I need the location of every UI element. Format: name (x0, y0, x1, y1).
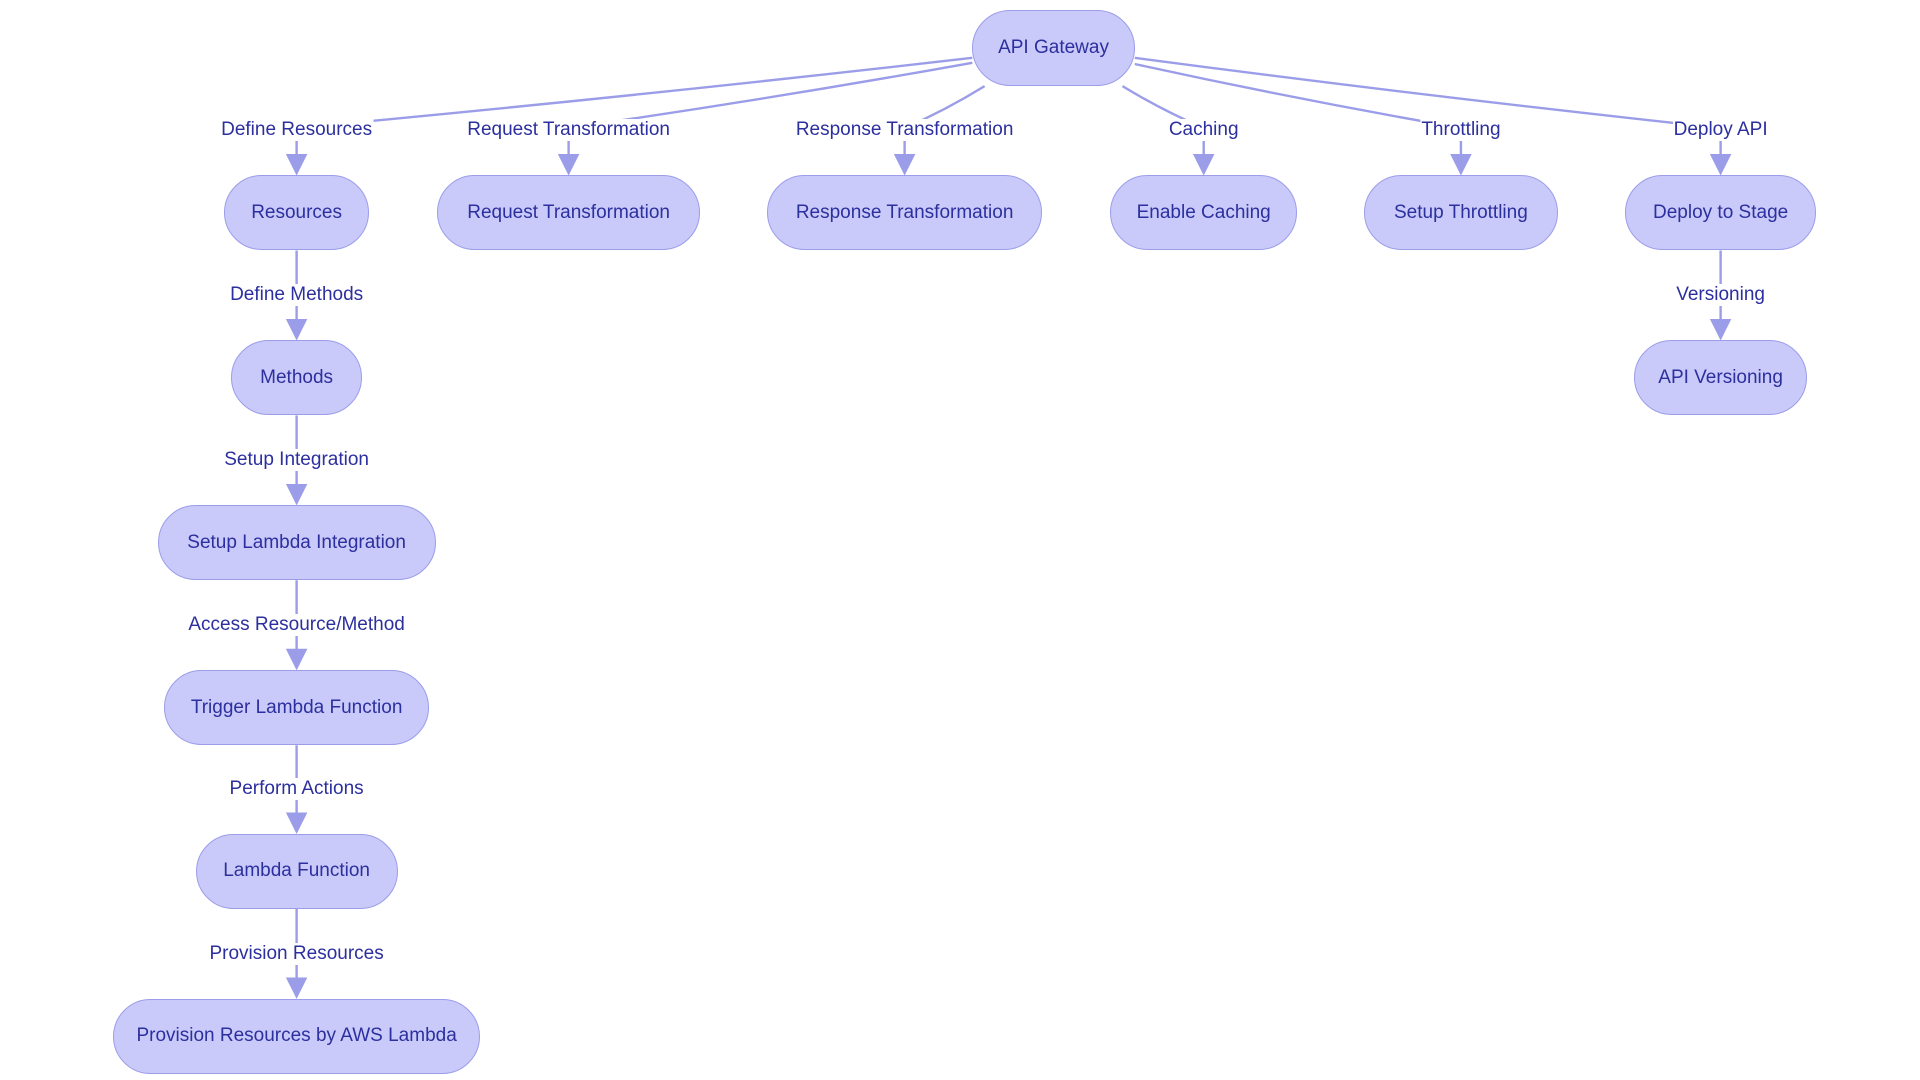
node-label: API Versioning (1658, 366, 1783, 388)
edge-label: Define Methods (229, 284, 365, 307)
edge-label: Caching (1167, 119, 1240, 142)
node-enable-caching[interactable]: Enable Caching (1110, 175, 1298, 251)
edge-label: Request Transformation (466, 119, 671, 142)
node-label: Enable Caching (1136, 201, 1271, 223)
edge-api-gateway-to-deploy-to-stage (1134, 56, 1732, 176)
node-label: Provision Resources by AWS Lambda (136, 1025, 457, 1047)
edge-api-gateway-to-resources (285, 56, 973, 176)
node-label: Request Transformation (467, 201, 670, 223)
node-label: Setup Throttling (1394, 201, 1528, 223)
edge-label: Response Transformation (794, 119, 1015, 142)
node-label: Trigger Lambda Function (190, 696, 403, 718)
edge-label: Setup Integration (223, 449, 370, 472)
node-api-gateway[interactable]: API Gateway (972, 10, 1135, 86)
node-setup-lambda-integration[interactable]: Setup Lambda Integration (157, 505, 436, 581)
node-label: Methods (260, 366, 334, 388)
node-methods[interactable]: Methods (231, 340, 362, 416)
edge-label: Deploy API (1672, 119, 1769, 142)
node-api-versioning[interactable]: API Versioning (1634, 340, 1807, 416)
edge-label: Perform Actions (228, 777, 365, 800)
edge-label: Throttling (1420, 119, 1502, 142)
node-setup-throttling[interactable]: Setup Throttling (1364, 175, 1558, 251)
node-trigger-lambda-function[interactable]: Trigger Lambda Function (164, 670, 429, 746)
node-deploy-to-stage[interactable]: Deploy to Stage (1625, 175, 1816, 251)
edge-label: Define Resources (220, 119, 374, 142)
node-resources[interactable]: Resources (224, 175, 370, 251)
node-request-transformation[interactable]: Request Transformation (436, 175, 701, 251)
edge-label: Access Resource/Method (187, 614, 406, 637)
node-label: Setup Lambda Integration (187, 531, 406, 553)
edge-label: Versioning (1675, 284, 1766, 307)
flowchart-canvas: Define Resources Request Transformation Re… (0, 0, 1920, 1080)
node-label: Lambda Function (223, 860, 371, 882)
node-label: API Gateway (998, 36, 1109, 58)
edge-label: Provision Resources (208, 942, 385, 965)
node-label: Response Transformation (795, 201, 1014, 223)
node-label: Resources (251, 201, 343, 223)
node-response-transformation[interactable]: Response Transformation (766, 175, 1043, 251)
node-provision-resources[interactable]: Provision Resources by AWS Lambda (113, 998, 480, 1074)
node-label: Deploy to Stage (1653, 201, 1789, 223)
node-lambda-function[interactable]: Lambda Function (195, 833, 398, 909)
